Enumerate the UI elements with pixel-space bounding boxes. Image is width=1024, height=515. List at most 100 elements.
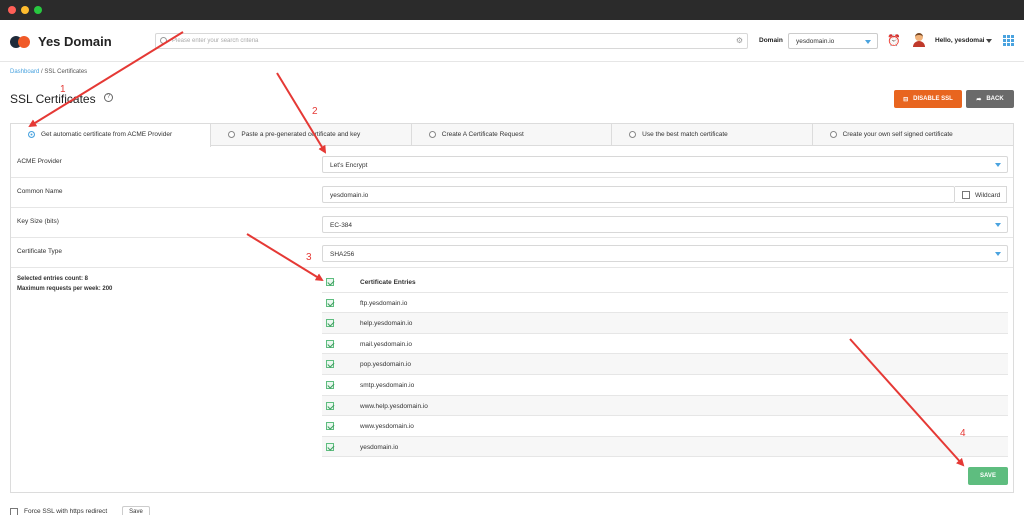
tab-certificate-request[interactable]: Create A Certificate Request bbox=[412, 124, 613, 146]
entry-checkbox[interactable] bbox=[326, 422, 334, 431]
radio-self-signed[interactable] bbox=[829, 131, 837, 138]
key-size-value: EC-384 bbox=[330, 221, 353, 229]
breadcrumb-dashboard-link[interactable]: Dashboard bbox=[10, 69, 39, 75]
annotation-step-2: 2 bbox=[312, 106, 318, 117]
alarm-icon[interactable]: ⏰ bbox=[887, 34, 901, 47]
annotation-step-4: 4 bbox=[960, 428, 966, 439]
tab-label: Use the best match certificate bbox=[642, 131, 728, 138]
force-ssl-option: Force SSL with https redirect Save bbox=[10, 505, 210, 515]
list-item: www.help.yesdomain.io bbox=[322, 395, 1008, 417]
tab-paste-certificate[interactable]: Paste a pre-generated certificate and ke… bbox=[211, 124, 412, 146]
key-size-row: Key Size (bits) EC-384 bbox=[11, 208, 1013, 238]
ssl-certificate-panel: Get automatic certificate from ACME Prov… bbox=[10, 123, 1014, 493]
tab-label: Create A Certificate Request bbox=[441, 131, 524, 138]
entry-name: www.help.yesdomain.io bbox=[360, 402, 428, 410]
back-label: BACK bbox=[986, 96, 1004, 102]
radio-best-match[interactable] bbox=[629, 131, 637, 138]
tab-self-signed[interactable]: Create your own self signed certificate bbox=[813, 124, 1013, 146]
certificate-method-tabs: Get automatic certificate from ACME Prov… bbox=[11, 124, 1013, 147]
chevron-down-icon bbox=[995, 223, 1001, 227]
certificate-type-select[interactable]: SHA256 bbox=[322, 245, 1008, 262]
entry-name: www.yesdomain.io bbox=[360, 423, 414, 431]
select-all-checkbox[interactable] bbox=[326, 278, 334, 286]
apps-grid-icon[interactable] bbox=[1003, 35, 1014, 46]
certificate-entries-list: Certificate Entries ftp.yesdomain.io hel… bbox=[322, 272, 1008, 458]
breadcrumb-separator: / bbox=[41, 69, 43, 75]
logo-text: Yes Domain bbox=[38, 34, 112, 49]
common-name-input[interactable]: yesdomain.io bbox=[322, 186, 955, 203]
entry-name: ftp.yesdomain.io bbox=[360, 299, 408, 307]
user-greeting[interactable]: Hello, yesdomai bbox=[935, 37, 985, 44]
list-item: ftp.yesdomain.io bbox=[322, 293, 1008, 314]
radio-certificate-request[interactable] bbox=[428, 131, 436, 138]
domain-label: Domain bbox=[759, 37, 783, 44]
domain-select[interactable]: yesdomain.io bbox=[788, 33, 878, 49]
save-button[interactable]: SAVE bbox=[968, 467, 1008, 485]
chevron-down-icon bbox=[865, 40, 871, 44]
key-size-select[interactable]: EC-384 bbox=[322, 216, 1008, 233]
list-item: yesdomain.io bbox=[322, 436, 1008, 458]
logo-mark-icon bbox=[10, 35, 32, 49]
common-name-label: Common Name bbox=[17, 188, 63, 195]
maximize-window-button[interactable] bbox=[34, 6, 42, 14]
search-box: ⚙ bbox=[155, 33, 748, 49]
help-icon[interactable]: ? bbox=[104, 93, 113, 102]
entry-checkbox[interactable] bbox=[326, 319, 334, 328]
search-input[interactable] bbox=[172, 36, 732, 46]
chevron-down-icon bbox=[995, 163, 1001, 167]
wildcard-label: Wildcard bbox=[975, 191, 1001, 199]
annotation-step-3: 3 bbox=[306, 252, 312, 263]
common-name-row: Common Name yesdomain.io Wildcard bbox=[11, 178, 1013, 208]
chevron-down-icon bbox=[995, 252, 1001, 256]
tab-acme-provider[interactable]: Get automatic certificate from ACME Prov… bbox=[11, 124, 212, 147]
list-item: mail.yesdomain.io bbox=[322, 334, 1008, 355]
entry-name: help.yesdomain.io bbox=[360, 320, 413, 328]
entry-checkbox[interactable] bbox=[326, 298, 334, 307]
annotation-step-1: 1 bbox=[60, 84, 66, 95]
entry-name: smtp.yesdomain.io bbox=[360, 381, 415, 389]
entry-checkbox[interactable] bbox=[326, 380, 334, 389]
gear-icon[interactable]: ⚙ bbox=[736, 36, 743, 45]
force-ssl-save-button[interactable]: Save bbox=[122, 506, 150, 515]
disable-ssl-label: DISABLE SSL bbox=[913, 96, 953, 102]
domain-select-value: yesdomain.io bbox=[796, 38, 835, 45]
entry-checkbox[interactable] bbox=[326, 360, 334, 369]
list-item: help.yesdomain.io bbox=[322, 313, 1008, 334]
logo[interactable]: Yes Domain bbox=[10, 34, 112, 49]
radio-acme-provider[interactable] bbox=[28, 131, 35, 138]
avatar[interactable] bbox=[913, 33, 925, 47]
acme-provider-label: ACME Provider bbox=[17, 158, 62, 165]
tab-label: Create your own self signed certificate bbox=[842, 131, 953, 138]
tab-best-match[interactable]: Use the best match certificate bbox=[612, 124, 813, 146]
entries-summary: Selected entries count: 8 Maximum reques… bbox=[17, 274, 112, 294]
disable-ssl-button[interactable]: ⊟ DISABLE SSL bbox=[894, 90, 962, 108]
list-item: www.yesdomain.io bbox=[322, 416, 1008, 437]
wildcard-checkbox[interactable] bbox=[962, 191, 970, 199]
certificate-type-row: Certificate Type SHA256 bbox=[11, 238, 1013, 268]
acme-provider-value: Let's Encrypt bbox=[330, 161, 368, 169]
minimize-window-button[interactable] bbox=[21, 6, 29, 14]
key-size-label: Key Size (bits) bbox=[17, 218, 59, 225]
arrow-right-icon: ➦ bbox=[976, 96, 982, 103]
search-icon bbox=[160, 37, 167, 44]
radio-paste-certificate[interactable] bbox=[228, 131, 236, 138]
acme-provider-select[interactable]: Let's Encrypt bbox=[322, 156, 1008, 173]
wildcard-option[interactable]: Wildcard bbox=[955, 186, 1007, 203]
back-button[interactable]: ➦ BACK bbox=[966, 90, 1014, 108]
user-menu-caret-icon[interactable] bbox=[986, 39, 992, 43]
breadcrumb-current: SSL Certificates bbox=[44, 69, 88, 75]
entry-name: pop.yesdomain.io bbox=[360, 361, 411, 369]
entries-header: Certificate Entries bbox=[360, 279, 416, 286]
tab-label: Paste a pre-generated certificate and ke… bbox=[241, 131, 361, 138]
certificate-type-label: Certificate Type bbox=[17, 248, 63, 255]
entries-header-row: Certificate Entries bbox=[322, 272, 1008, 293]
force-ssl-checkbox[interactable] bbox=[10, 508, 18, 515]
entry-checkbox[interactable] bbox=[326, 401, 334, 410]
entry-checkbox[interactable] bbox=[326, 339, 334, 348]
list-item: smtp.yesdomain.io bbox=[322, 375, 1008, 396]
entry-checkbox[interactable] bbox=[326, 442, 334, 451]
acme-provider-row: ACME Provider Let's Encrypt bbox=[11, 148, 1013, 178]
close-window-button[interactable] bbox=[8, 6, 16, 14]
common-name-value: yesdomain.io bbox=[330, 191, 369, 199]
page-title: SSL Certificates bbox=[10, 92, 96, 106]
